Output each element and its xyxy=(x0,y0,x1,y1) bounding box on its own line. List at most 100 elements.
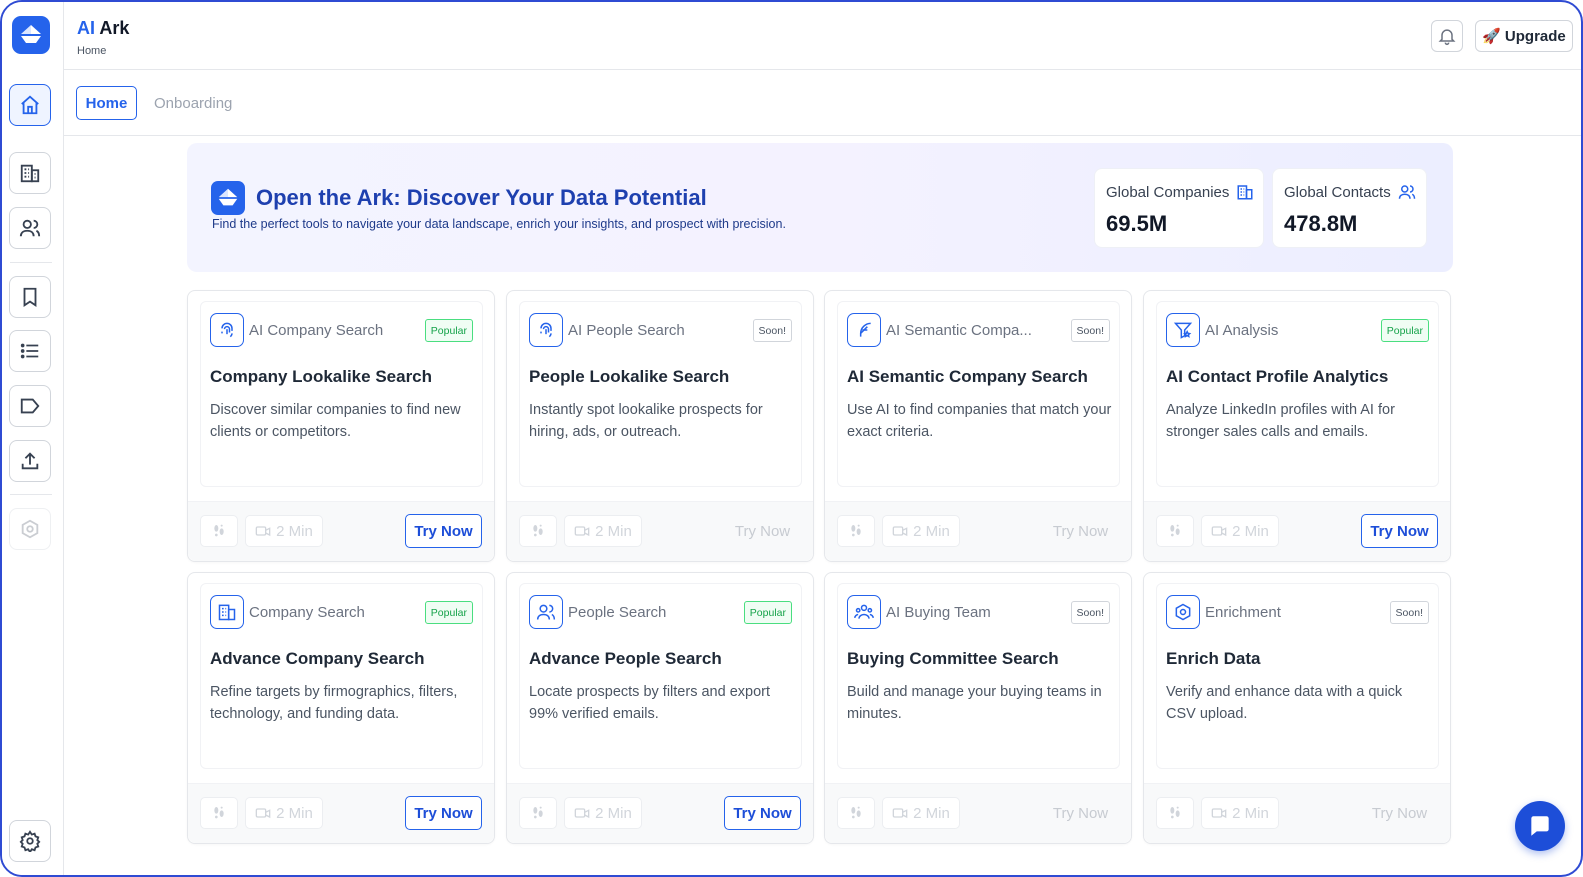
category-icon-box xyxy=(847,595,881,629)
team-icon xyxy=(854,604,874,619)
sidebar-item-companies[interactable] xyxy=(9,152,51,194)
video-icon xyxy=(892,808,908,819)
duration-label: 2 Min xyxy=(595,522,632,540)
users-icon xyxy=(1398,185,1415,199)
stat-label: Global Companies xyxy=(1106,183,1230,201)
tool-card: AI Semantic Compa... Soon! AI Semantic C… xyxy=(824,290,1132,562)
ark-logo-icon xyxy=(218,188,238,206)
building-icon xyxy=(218,604,236,621)
ark-logo-icon xyxy=(21,25,41,43)
walkthrough-badge xyxy=(519,515,557,547)
home-icon xyxy=(21,95,39,115)
card-description: Locate prospects by filters and export 9… xyxy=(529,684,770,722)
footsteps-icon xyxy=(214,524,224,537)
try-now-button[interactable]: Try Now xyxy=(1361,514,1438,548)
footsteps-icon xyxy=(533,806,543,819)
sidebar-item-tags[interactable] xyxy=(9,385,51,427)
card-title: Advance Company Search xyxy=(210,649,425,668)
footsteps-icon xyxy=(214,806,224,819)
category-icon-box xyxy=(529,313,563,347)
sidebar-item-home[interactable] xyxy=(9,84,51,126)
status-badge: Soon! xyxy=(1070,319,1110,342)
top-header: AI Ark Home 🚀 Upgrade xyxy=(64,2,1581,70)
card-category: Company Search xyxy=(249,604,365,621)
walkthrough-badge xyxy=(1156,797,1194,829)
tool-card: Enrichment Soon! Enrich Data Verify and … xyxy=(1143,572,1451,844)
sidebar-item-upload[interactable] xyxy=(9,440,51,482)
walkthrough-badge xyxy=(1156,515,1194,547)
tool-card: AI Company Search Popular Company Lookal… xyxy=(187,290,495,562)
duration-label: 2 Min xyxy=(913,522,950,540)
tool-card: Company Search Popular Advance Company S… xyxy=(187,572,495,844)
users-icon xyxy=(536,604,556,620)
walkthrough-badge xyxy=(837,797,875,829)
tag-icon xyxy=(20,398,40,414)
sidebar-item-lists[interactable] xyxy=(9,330,51,372)
video-icon xyxy=(255,808,271,819)
try-now-button[interactable]: Try Now xyxy=(724,796,801,830)
card-footer: 2 Min Try Now xyxy=(1144,783,1450,843)
card-footer: 2 Min Try Now xyxy=(188,501,494,561)
try-now-button[interactable]: Try Now xyxy=(1042,796,1119,830)
app-logo[interactable] xyxy=(12,16,50,54)
hero-subtitle: Find the perfect tools to navigate your … xyxy=(212,217,786,231)
tab-home[interactable]: Home xyxy=(76,86,137,120)
try-now-button[interactable]: Try Now xyxy=(1361,796,1438,830)
card-description: Build and manage your buying teams in mi… xyxy=(847,684,1102,722)
status-badge: Soon! xyxy=(752,319,792,342)
walkthrough-badge xyxy=(519,797,557,829)
sidebar-divider xyxy=(10,262,52,263)
hero-banner: Open the Ark: Discover Your Data Potenti… xyxy=(187,143,1453,272)
footsteps-icon xyxy=(533,524,543,537)
duration-label: 2 Min xyxy=(595,804,632,822)
card-category: AI Buying Team xyxy=(886,604,991,621)
duration-badge: 2 Min xyxy=(245,797,323,829)
list-icon xyxy=(20,343,39,359)
footsteps-icon xyxy=(851,524,861,537)
try-now-button[interactable]: Try Now xyxy=(405,796,482,830)
hero-logo xyxy=(211,181,245,215)
upgrade-button[interactable]: 🚀 Upgrade xyxy=(1475,20,1573,52)
video-icon xyxy=(574,808,590,819)
video-icon xyxy=(255,526,271,537)
tool-card: AI Analysis Popular AI Contact Profile A… xyxy=(1143,290,1451,562)
card-footer: 2 Min Try Now xyxy=(1144,501,1450,561)
try-now-button[interactable]: Try Now xyxy=(1042,514,1119,548)
card-title: AI Contact Profile Analytics xyxy=(1166,367,1389,386)
duration-label: 2 Min xyxy=(1232,522,1269,540)
stat-value: 478.8M xyxy=(1284,211,1358,236)
fingerprint-icon xyxy=(540,322,552,338)
status-badge: Popular xyxy=(424,319,473,342)
filter-star-icon xyxy=(1173,322,1193,339)
try-now-button[interactable]: Try Now xyxy=(724,514,801,548)
stat-global-contacts: Global Contacts 478.8M xyxy=(1272,168,1427,248)
try-now-button[interactable]: Try Now xyxy=(405,514,482,548)
duration-label: 2 Min xyxy=(276,804,313,822)
card-description: Verify and enhance data with a quick CSV… xyxy=(1166,684,1403,722)
category-icon-box xyxy=(529,595,563,629)
notifications-button[interactable] xyxy=(1431,20,1463,52)
video-icon xyxy=(1211,526,1227,537)
status-badge: Popular xyxy=(1380,319,1429,342)
bookmark-icon xyxy=(23,287,37,307)
card-category: Enrichment xyxy=(1205,604,1281,621)
tabs-bar: Home Onboarding xyxy=(64,70,1581,136)
tool-card: AI People Search Soon! People Lookalike … xyxy=(506,290,814,562)
card-footer: 2 Min Try Now xyxy=(825,783,1131,843)
status-badge: Soon! xyxy=(1389,601,1429,624)
sidebar-divider xyxy=(10,494,52,495)
sidebar-item-people[interactable] xyxy=(9,207,51,249)
status-badge: Soon! xyxy=(1070,601,1110,624)
walkthrough-badge xyxy=(837,515,875,547)
sidebar-item-enrichment[interactable] xyxy=(9,508,51,550)
footsteps-icon xyxy=(1170,806,1180,819)
card-description: Analyze LinkedIn profiles with AI for st… xyxy=(1166,402,1395,440)
bell-icon xyxy=(1438,29,1456,46)
duration-badge: 2 Min xyxy=(245,515,323,547)
duration-label: 2 Min xyxy=(276,522,313,540)
sidebar-item-saved[interactable] xyxy=(9,276,51,318)
card-title: Advance People Search xyxy=(529,649,722,668)
chat-launcher-button[interactable] xyxy=(1515,801,1565,851)
tab-onboarding[interactable]: Onboarding xyxy=(154,86,232,120)
sidebar-settings[interactable] xyxy=(9,820,51,862)
